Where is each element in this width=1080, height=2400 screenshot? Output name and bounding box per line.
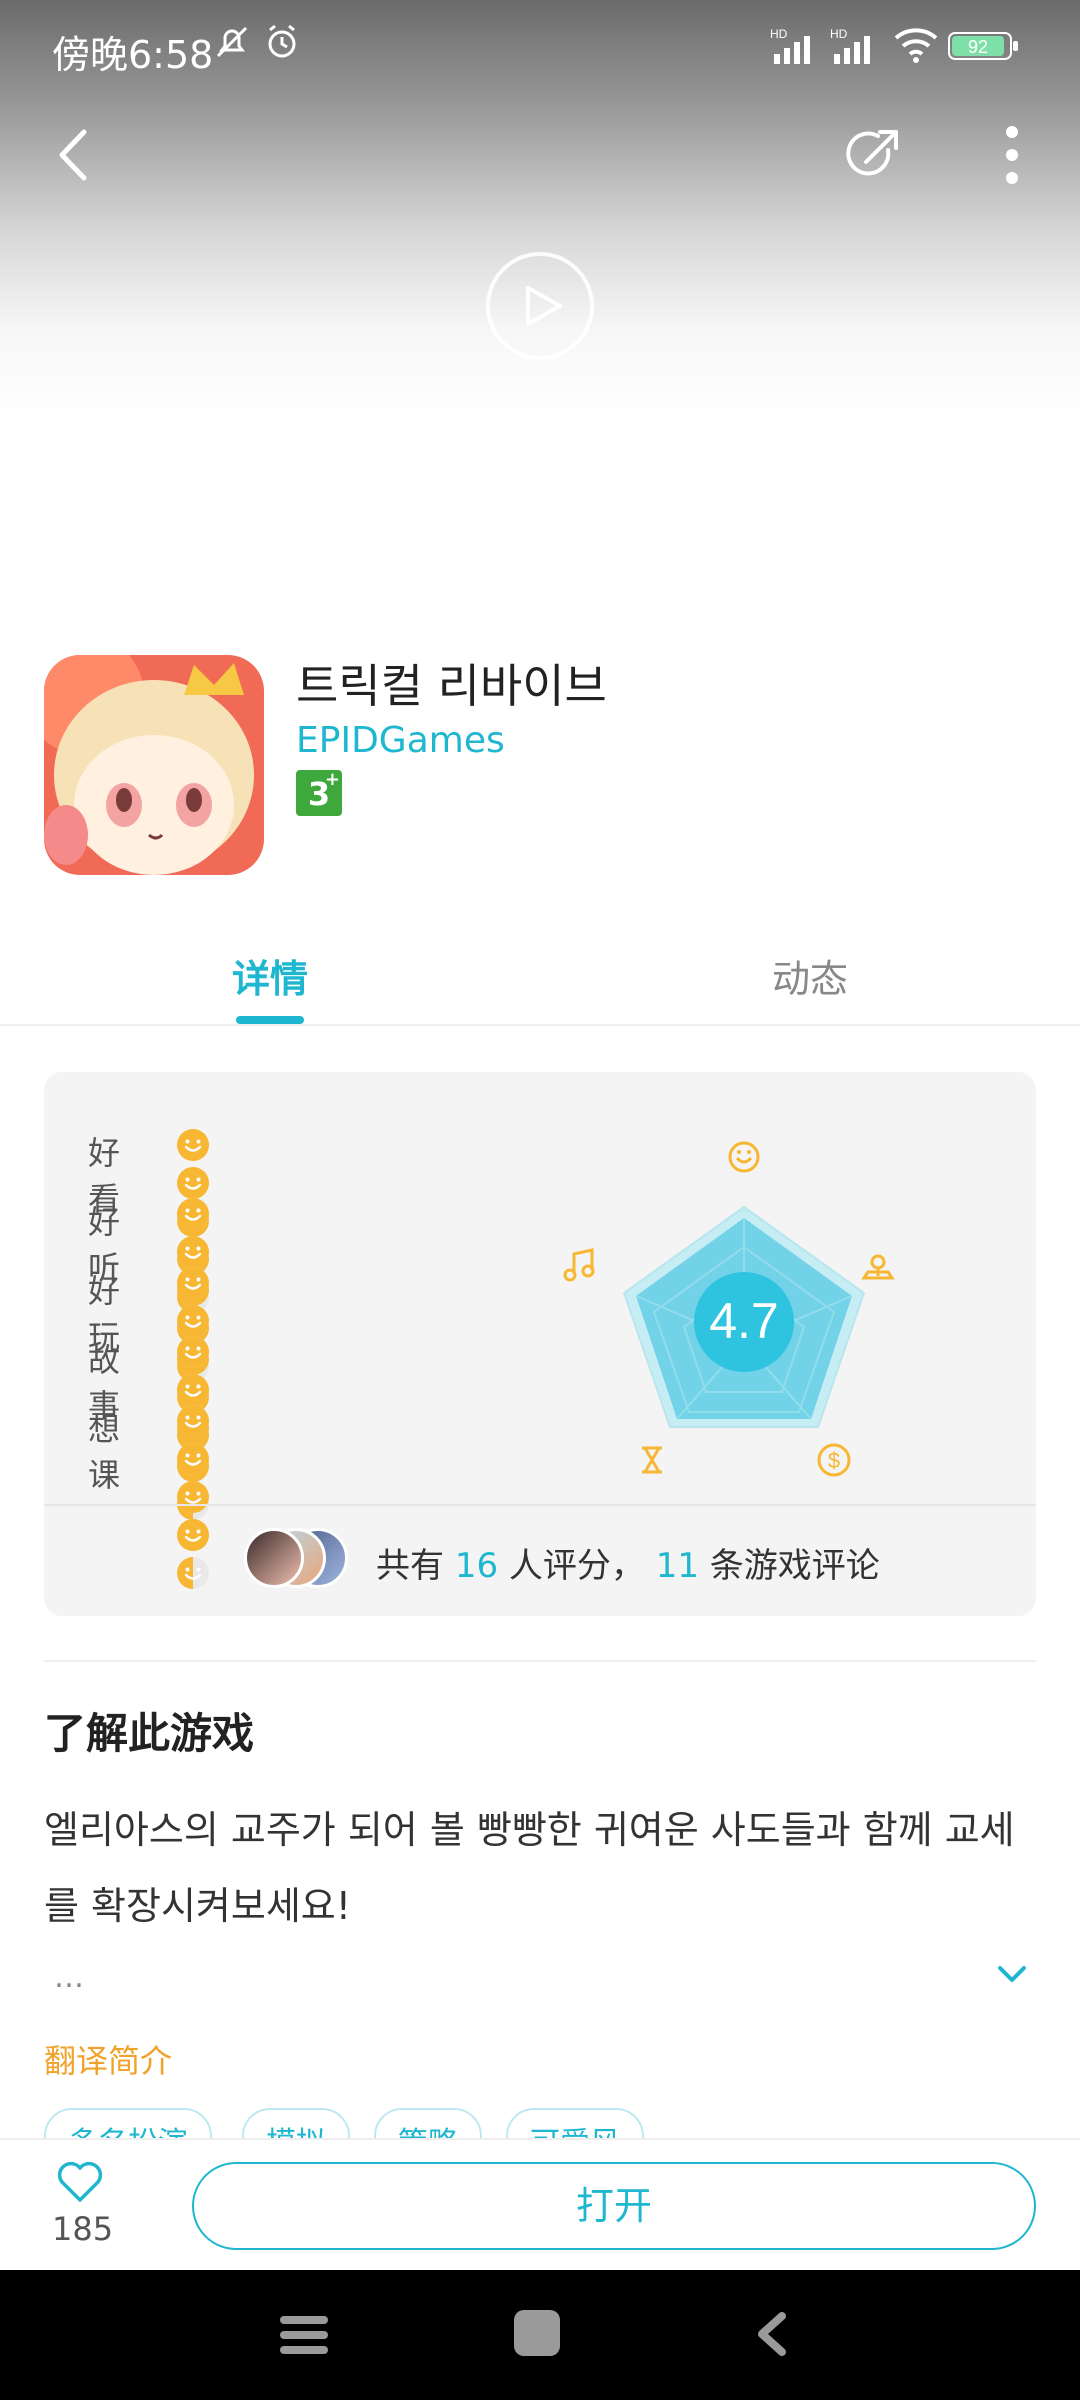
smiley-icon <box>177 1519 209 1551</box>
status-time: 傍晚6:58 <box>52 33 214 77</box>
summary-mid: 人评分， <box>508 1546 645 1586</box>
smiley-icon <box>177 1443 209 1475</box>
genre-tags: 多名扮演 模拟 策略 可爱风 <box>44 2108 1044 2138</box>
smiley-icon <box>177 1557 209 1589</box>
tab-bar: 详情 动态 <box>0 920 1080 1026</box>
back-triangle-icon <box>758 2312 786 2356</box>
svg-text:$: $ <box>828 1448 840 1473</box>
expand-description-button[interactable] <box>992 1960 1032 1990</box>
signal-icon: HD <box>830 26 884 70</box>
smiley-icon <box>177 1129 209 1161</box>
divider <box>44 1504 1036 1506</box>
menu-icon <box>280 2316 328 2354</box>
tab-details[interactable]: 详情 <box>232 948 308 1003</box>
status-bar: 傍晚6:58 HD HD 92 <box>0 0 1080 96</box>
home-button[interactable] <box>512 2308 562 2358</box>
heart-icon <box>57 2161 103 2202</box>
smiley-icon <box>177 1198 209 1230</box>
game-description: 엘리아스의 교주가 되어 볼 빵빵한 귀여운 사도들과 함께 교세를 확장시켜보… <box>44 1808 1015 1928</box>
music-note-icon <box>563 1248 595 1282</box>
home-square-icon <box>514 2310 560 2356</box>
hourglass-icon <box>642 1446 662 1474</box>
smiley-icon <box>177 1267 209 1299</box>
smiley-rating <box>176 1404 225 1594</box>
age-rating-badge: 3 + <box>296 769 342 816</box>
play-video-button[interactable] <box>484 250 596 362</box>
genre-tag[interactable]: 模拟 <box>242 2108 350 2138</box>
bottom-action-bar: 185 打开 <box>0 2138 1080 2270</box>
active-tab-indicator <box>236 1016 304 1024</box>
translate-description-link[interactable]: 翻译简介 <box>44 2036 172 2082</box>
smiley-icon <box>177 1305 209 1337</box>
reviews-count: 11 <box>655 1546 699 1586</box>
overall-score: 4.7 <box>709 1293 779 1349</box>
system-navigation-bar <box>0 2270 1080 2400</box>
summary-prefix: 共有 <box>376 1546 444 1586</box>
more-vertical-icon <box>1006 126 1018 184</box>
developer-link[interactable]: EPIDGames <box>296 720 505 761</box>
ratings-summary-text: 共有 16 人评分， 11 条游戏评论 <box>376 1538 880 1587</box>
recent-apps-button[interactable] <box>278 2312 330 2358</box>
smile-icon <box>728 1141 760 1173</box>
coin-icon: $ <box>817 1443 851 1477</box>
summary-suffix: 条游戏评论 <box>709 1546 880 1586</box>
tab-activity[interactable]: 动态 <box>772 948 848 1003</box>
share-icon <box>846 130 898 176</box>
smiley-icon <box>177 1405 209 1437</box>
gamepad-icon <box>861 1254 895 1280</box>
smiley-icon <box>177 1336 209 1368</box>
smiley-icon <box>177 1167 209 1199</box>
genre-tag[interactable]: 多名扮演 <box>44 2108 212 2138</box>
chevron-down-icon <box>998 1966 1026 1982</box>
alarm-icon <box>262 22 302 66</box>
back-arrow-icon <box>59 129 87 181</box>
favorite-count: 185 <box>52 2210 114 2248</box>
smiley-icon <box>177 1374 209 1406</box>
signal-icon: HD <box>770 26 824 70</box>
about-section-title: 了解此游戏 <box>44 1709 255 1758</box>
section-divider <box>44 1660 1036 1662</box>
favorite-button[interactable] <box>56 2158 104 2204</box>
reviewers-summary[interactable]: 共有 16 人评分， 11 条游戏评论 <box>244 1528 880 1588</box>
genre-tag[interactable]: 策略 <box>374 2108 482 2138</box>
smiley-icon <box>177 1481 209 1513</box>
system-back-button[interactable] <box>752 2310 792 2358</box>
battery-level: 92 <box>968 37 988 57</box>
raters-count: 16 <box>454 1546 499 1586</box>
mute-icon <box>212 22 252 66</box>
back-button[interactable] <box>48 120 118 190</box>
battery-icon: 92 <box>948 30 1020 66</box>
rating-radar-chart: 4.7 $ <box>563 1141 895 1477</box>
age-rating-plus: + <box>324 769 340 790</box>
more-options-button[interactable] <box>980 120 1040 190</box>
app-icon <box>44 655 264 875</box>
smiley-icon <box>177 1236 209 1268</box>
open-app-button[interactable]: 打开 <box>192 2162 1036 2250</box>
rating-card[interactable]: 好看 好听 好玩 故事 想课 4.7 $ 共有 16 人评分， 11 条游戏评论 <box>44 1072 1036 1616</box>
genre-tag[interactable]: 可爱风 <box>506 2108 644 2138</box>
rating-label: 想课 <box>88 1410 121 1494</box>
share-button[interactable] <box>838 120 908 190</box>
play-icon <box>486 252 594 360</box>
signal-label: HD <box>830 27 848 41</box>
description-ellipsis: … <box>54 1960 84 1995</box>
app-title: 트릭컬 리바이브 <box>296 659 607 713</box>
avatar <box>244 1528 304 1588</box>
wifi-icon <box>892 24 940 68</box>
signal-label: HD <box>770 27 788 41</box>
